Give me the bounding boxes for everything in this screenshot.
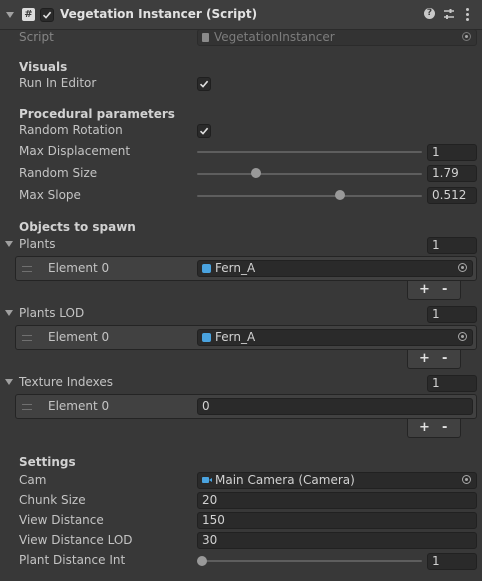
texture-indexes-element-label: Element 0 (48, 399, 110, 413)
component-enabled-checkbox[interactable] (40, 8, 54, 22)
prefab-icon (202, 264, 211, 273)
run-in-editor-label: Run In Editor (19, 76, 97, 90)
max-slope-field[interactable]: 0.512 (427, 187, 477, 204)
texture-indexes-list: Element 0 0 (15, 394, 477, 419)
component-title: Vegetation Instancer (Script) (60, 7, 258, 21)
remove-element-button[interactable]: - (442, 420, 447, 436)
object-picker-icon[interactable] (462, 32, 471, 41)
visuals-header: Visuals (19, 60, 68, 74)
max-displacement-field[interactable]: 1 (427, 144, 477, 161)
drag-handle-icon[interactable] (22, 335, 32, 341)
object-picker-icon[interactable] (462, 475, 471, 484)
plants-element-field[interactable]: Fern_A (197, 260, 473, 277)
objects-header: Objects to spawn (19, 220, 136, 234)
plants-label[interactable]: Plants (19, 236, 56, 252)
run-in-editor-checkbox[interactable] (197, 77, 211, 91)
plant-distance-int-slider-track[interactable] (197, 560, 422, 562)
texture-indexes-element-field[interactable]: 0 (197, 398, 473, 415)
add-element-button[interactable]: + (419, 282, 430, 298)
view-distance-lod-label: View Distance LOD (19, 533, 133, 547)
texture-indexes-count-field[interactable]: 1 (427, 375, 477, 392)
object-picker-icon[interactable] (458, 332, 467, 341)
view-distance-lod-field[interactable]: 30 (197, 532, 477, 549)
random-rotation-label: Random Rotation (19, 123, 123, 137)
settings-header: Settings (19, 455, 76, 469)
plants-element-label: Element 0 (48, 261, 110, 275)
plants-lod-foldout-icon[interactable] (5, 310, 13, 316)
script-value: VegetationInstancer (214, 30, 335, 44)
plant-distance-int-slider-thumb[interactable] (197, 556, 207, 566)
max-slope-slider-thumb[interactable] (334, 190, 345, 200)
component-header: # Vegetation Instancer (Script) ? (0, 0, 482, 30)
chunk-size-field[interactable]: 20 (197, 492, 477, 509)
random-size-slider-thumb[interactable] (250, 168, 261, 178)
preset-icon[interactable] (443, 8, 455, 20)
procedural-header: Procedural parameters (19, 107, 175, 121)
drag-handle-icon[interactable] (22, 266, 32, 272)
plant-distance-int-label: Plant Distance Int (19, 553, 126, 567)
script-label: Script (19, 30, 54, 44)
add-element-button[interactable]: + (419, 351, 430, 367)
drag-handle-icon[interactable] (22, 404, 32, 410)
plants-list-footer: + - (407, 281, 461, 300)
plants-lod-label[interactable]: Plants LOD (19, 305, 84, 321)
random-rotation-checkbox[interactable] (197, 124, 211, 138)
prefab-icon (202, 333, 211, 342)
context-menu-icon[interactable] (465, 7, 469, 21)
cam-field[interactable]: Main Camera (Camera) (197, 472, 477, 489)
cam-label: Cam (19, 473, 47, 487)
script-field: VegetationInstancer (197, 29, 477, 46)
max-displacement-label: Max Displacement (19, 144, 131, 158)
remove-element-button[interactable]: - (442, 282, 447, 298)
script-file-icon (202, 33, 209, 42)
texture-indexes-foldout-icon[interactable] (5, 379, 13, 385)
plants-foldout-icon[interactable] (5, 241, 13, 247)
max-displacement-slider-track[interactable] (197, 151, 422, 153)
random-size-slider-track[interactable] (197, 173, 422, 175)
cam-value: Main Camera (Camera) (215, 473, 355, 487)
plants-lod-element-label: Element 0 (48, 330, 110, 344)
help-icon[interactable]: ? (424, 8, 435, 19)
random-size-label: Random Size (19, 166, 98, 180)
script-icon: # (22, 8, 35, 21)
foldout-arrow-icon[interactable] (6, 12, 14, 18)
chunk-size-label: Chunk Size (19, 493, 86, 507)
plants-lod-list: Element 0 Fern_A (15, 325, 477, 350)
plants-lod-element-field[interactable]: Fern_A (197, 329, 473, 346)
plants-lod-element-value: Fern_A (215, 330, 256, 344)
max-slope-label: Max Slope (19, 188, 81, 202)
object-picker-icon[interactable] (458, 263, 467, 272)
texture-indexes-label[interactable]: Texture Indexes (19, 374, 113, 390)
plants-count-field[interactable]: 1 (427, 237, 477, 254)
texture-indexes-list-footer: + - (407, 419, 461, 438)
remove-element-button[interactable]: - (442, 351, 447, 367)
random-size-field[interactable]: 1.79 (427, 165, 477, 182)
plants-element-value: Fern_A (215, 261, 256, 275)
add-element-button[interactable]: + (419, 420, 430, 436)
plants-lod-list-footer: + - (407, 350, 461, 369)
plants-list: Element 0 Fern_A (15, 256, 477, 281)
plant-distance-int-field[interactable]: 1 (427, 553, 477, 570)
view-distance-label: View Distance (19, 513, 104, 527)
view-distance-field[interactable]: 150 (197, 512, 477, 529)
camera-lens-icon (209, 478, 212, 482)
camera-icon (202, 477, 209, 483)
plants-lod-count-field[interactable]: 1 (427, 306, 477, 323)
max-slope-slider-track[interactable] (197, 195, 422, 197)
